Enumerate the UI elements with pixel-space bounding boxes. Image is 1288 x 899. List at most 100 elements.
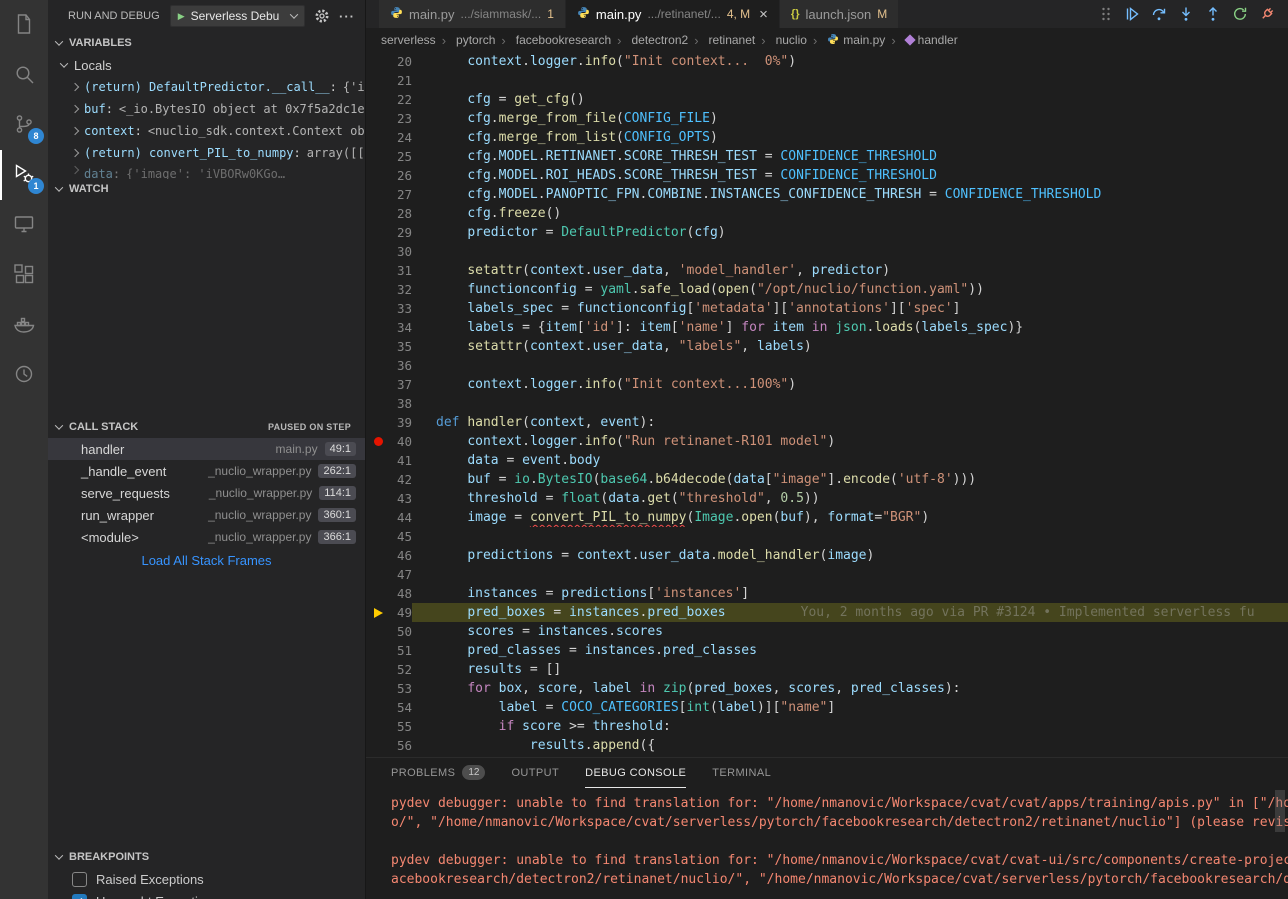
code-text[interactable]: if score >= threshold: [412, 717, 1288, 736]
gutter[interactable]: 50 [366, 622, 412, 641]
breadcrumb-item[interactable]: retinanet [688, 33, 755, 48]
gutter[interactable]: 51 [366, 641, 412, 660]
gutter[interactable]: 29 [366, 223, 412, 242]
gutter[interactable]: 53 [366, 679, 412, 698]
activity-docker[interactable] [0, 300, 48, 350]
gutter[interactable]: 44 [366, 508, 412, 527]
call-stack-header[interactable]: CALL STACK PAUSED ON STEP [48, 416, 365, 438]
code-text[interactable]: context.logger.info("Init context...100%… [412, 375, 1288, 394]
variable-row[interactable]: context<nuclio_sdk.context.Context objec… [48, 120, 365, 142]
breakpoint-uncaught-exceptions[interactable]: ✓ Uncaught Exceptions [48, 890, 365, 899]
code-line-56[interactable]: 56 results.append({ [366, 736, 1288, 755]
code-text[interactable]: results = [] [412, 660, 1288, 679]
gutter[interactable]: 54 [366, 698, 412, 717]
code-line-21[interactable]: 21 [366, 71, 1288, 90]
code-text[interactable]: instances = predictions['instances'] [412, 584, 1288, 603]
watch-header[interactable]: WATCH [48, 178, 365, 200]
code-line-53[interactable]: 53 for box, score, label in zip(pred_box… [366, 679, 1288, 698]
gutter[interactable]: 32 [366, 280, 412, 299]
code-line-50[interactable]: 50 scores = instances.scores [366, 622, 1288, 641]
stack-frame[interactable]: handlermain.py49:1 [48, 438, 365, 460]
debug-step-over-icon[interactable] [1151, 6, 1167, 22]
panel-tab-problems[interactable]: PROBLEMS12 [391, 758, 485, 788]
load-all-stack-frames-link[interactable]: Load All Stack Frames [48, 553, 365, 568]
code-line-47[interactable]: 47 [366, 565, 1288, 584]
code-text[interactable]: data = event.body [412, 451, 1288, 470]
code-text[interactable]: def handler(context, event): [412, 413, 1288, 432]
gutter[interactable]: 40 [366, 432, 412, 451]
code-text[interactable] [412, 565, 1288, 584]
code-text[interactable]: predictor = DefaultPredictor(cfg) [412, 223, 1288, 242]
debug-config-dropdown[interactable]: ▶ Serverless Debu [170, 5, 305, 27]
code-text[interactable]: labels_spec = functionconfig['metadata']… [412, 299, 1288, 318]
gutter[interactable]: 21 [366, 71, 412, 90]
gutter[interactable]: 26 [366, 166, 412, 185]
activity-circle-tool[interactable] [0, 350, 48, 400]
code-text[interactable] [412, 356, 1288, 375]
toolbar-drag-handle[interactable] [1099, 6, 1113, 22]
debug-step-out-icon[interactable] [1205, 6, 1221, 22]
code-text[interactable]: cfg.merge_from_file(CONFIG_FILE) [412, 109, 1288, 128]
gutter[interactable]: 52 [366, 660, 412, 679]
gutter[interactable]: 33 [366, 299, 412, 318]
code-line-30[interactable]: 30 [366, 242, 1288, 261]
breakpoint-icon[interactable] [371, 437, 385, 446]
gutter[interactable]: 35 [366, 337, 412, 356]
code-line-39[interactable]: 39def handler(context, event): [366, 413, 1288, 432]
code-text[interactable]: cfg.MODEL.RETINANET.SCORE_THRESH_TEST = … [412, 147, 1288, 166]
code-text[interactable] [412, 527, 1288, 546]
code-text[interactable]: cfg.MODEL.ROI_HEADS.SCORE_THRESH_TEST = … [412, 166, 1288, 185]
code-line-44[interactable]: 44 image = convert_PIL_to_numpy(Image.op… [366, 508, 1288, 527]
code-line-32[interactable]: 32 functionconfig = yaml.safe_load(open(… [366, 280, 1288, 299]
code-text[interactable]: predictions = context.user_data.model_ha… [412, 546, 1288, 565]
gutter[interactable]: 45 [366, 527, 412, 546]
gutter[interactable]: 46 [366, 546, 412, 565]
checkbox[interactable]: ✓ [72, 894, 87, 899]
gutter[interactable]: 27 [366, 185, 412, 204]
code-text[interactable]: buf = io.BytesIO(base64.b64decode(data["… [412, 470, 1288, 489]
code-text[interactable]: cfg = get_cfg() [412, 90, 1288, 109]
gutter[interactable]: 23 [366, 109, 412, 128]
start-debug-icon[interactable]: ▶ [178, 11, 185, 22]
gutter[interactable]: 36 [366, 356, 412, 375]
code-line-25[interactable]: 25 cfg.MODEL.RETINANET.SCORE_THRESH_TEST… [366, 147, 1288, 166]
stack-frame[interactable]: run_wrapper_nuclio_wrapper.py360:1 [48, 504, 365, 526]
gutter[interactable]: 34 [366, 318, 412, 337]
code-line-51[interactable]: 51 pred_classes = instances.pred_classes [366, 641, 1288, 660]
gutter[interactable]: 20 [366, 52, 412, 71]
tab-launch-json[interactable]: {} launch.json M [780, 0, 899, 28]
gutter[interactable]: 37 [366, 375, 412, 394]
debug-step-into-icon[interactable] [1178, 6, 1194, 22]
gutter[interactable]: 31 [366, 261, 412, 280]
variable-row[interactable]: (return) convert_PIL_to_numpyarray([[[ 6… [48, 142, 365, 164]
code-text[interactable]: cfg.freeze() [412, 204, 1288, 223]
code-line-55[interactable]: 55 if score >= threshold: [366, 717, 1288, 736]
breakpoint-raised-exceptions[interactable]: Raised Exceptions [48, 868, 365, 890]
tab-main-py-siammask[interactable]: main.py .../siammask/... 1 [379, 0, 566, 28]
gutter[interactable]: 41 [366, 451, 412, 470]
code-text[interactable]: cfg.MODEL.PANOPTIC_FPN.COMBINE.INSTANCES… [412, 185, 1288, 204]
code-text[interactable] [412, 71, 1288, 90]
breadcrumb-item[interactable]: pytorch [436, 33, 496, 48]
code-text[interactable]: setattr(context.user_data, 'model_handle… [412, 261, 1288, 280]
variables-header[interactable]: VARIABLES [48, 32, 365, 54]
gutter[interactable]: 43 [366, 489, 412, 508]
panel-tab-output[interactable]: OUTPUT [511, 758, 559, 788]
code-line-28[interactable]: 28 cfg.freeze() [366, 204, 1288, 223]
gutter[interactable]: 25 [366, 147, 412, 166]
activity-source-control[interactable]: 8 [0, 100, 48, 150]
debug-disconnect-icon[interactable] [1259, 6, 1275, 22]
code-line-46[interactable]: 46 predictions = context.user_data.model… [366, 546, 1288, 565]
code-text[interactable] [412, 394, 1288, 413]
code-text[interactable]: functionconfig = yaml.safe_load(open("/o… [412, 280, 1288, 299]
breadcrumb-item-symbol[interactable]: handler [885, 33, 957, 48]
code-line-26[interactable]: 26 cfg.MODEL.ROI_HEADS.SCORE_THRESH_TEST… [366, 166, 1288, 185]
gutter[interactable]: 56 [366, 736, 412, 755]
activity-explorer[interactable] [0, 0, 48, 50]
code-text[interactable]: image = convert_PIL_to_numpy(Image.open(… [412, 508, 1288, 527]
code-text[interactable]: context.logger.info("Init context... 0%"… [412, 52, 1288, 71]
code-line-27[interactable]: 27 cfg.MODEL.PANOPTIC_FPN.COMBINE.INSTAN… [366, 185, 1288, 204]
code-text[interactable]: pred_boxes = instances.pred_boxesYou, 2 … [412, 603, 1288, 622]
code-line-37[interactable]: 37 context.logger.info("Init context...1… [366, 375, 1288, 394]
code-line-41[interactable]: 41 data = event.body [366, 451, 1288, 470]
